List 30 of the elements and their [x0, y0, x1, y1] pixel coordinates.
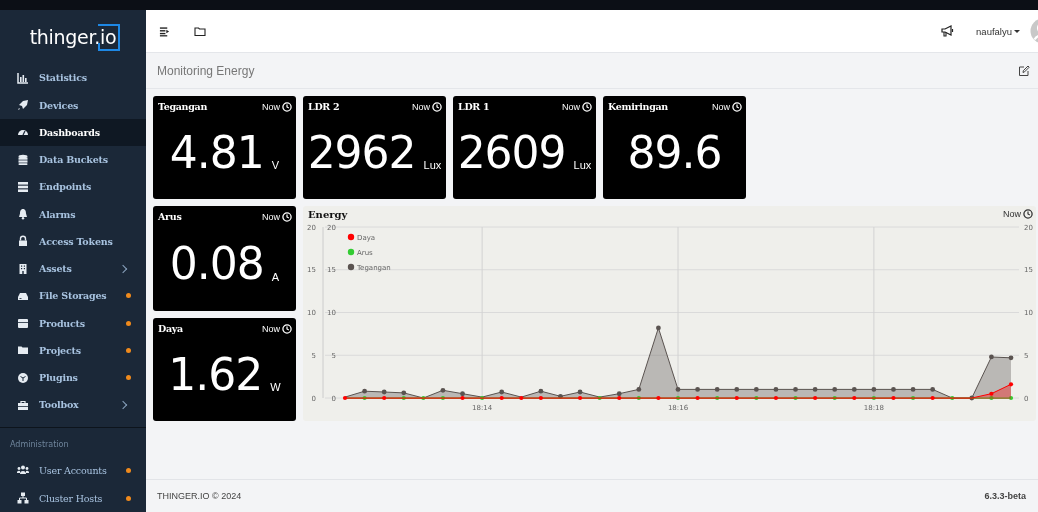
unit-label: Lux	[423, 159, 442, 171]
value-text: 4.81	[169, 127, 264, 178]
widget-title: Daya	[158, 323, 184, 334]
widget-title: LDR 1	[458, 101, 491, 112]
value-text: 1.62	[168, 349, 263, 400]
section-heading: Administration	[9, 438, 70, 451]
copyright-text: THINGER.IO © 2024	[157, 491, 242, 501]
version-text: 6.3.3-beta	[984, 491, 1026, 501]
unit-label: W	[270, 381, 281, 393]
time-label: Now	[712, 101, 730, 112]
widget-title: Tegangan	[158, 101, 209, 112]
time-label: Now	[262, 323, 280, 334]
time-label: Now	[262, 211, 280, 222]
logo: thinger.io	[29, 26, 117, 49]
value-text: 89.6	[627, 127, 722, 178]
time-label: Now	[562, 101, 580, 112]
page-title: Monitoring Energy	[157, 63, 256, 78]
time-label: Now	[262, 101, 280, 112]
value-text: 2609	[457, 127, 566, 178]
widget-title: Arus	[158, 211, 183, 222]
widget-title: LDR 2	[308, 101, 341, 112]
chart-title: Energy	[308, 208, 349, 220]
unit-label: A	[271, 271, 280, 283]
time-label: Now	[412, 101, 430, 112]
widget-title: Kemiringan	[608, 101, 669, 112]
value-text: 0.08	[169, 238, 264, 289]
time-label: Now	[1003, 209, 1021, 219]
value-text: 2962	[307, 127, 416, 178]
unit-label: Lux	[573, 159, 592, 171]
unit-label: V	[271, 159, 280, 171]
